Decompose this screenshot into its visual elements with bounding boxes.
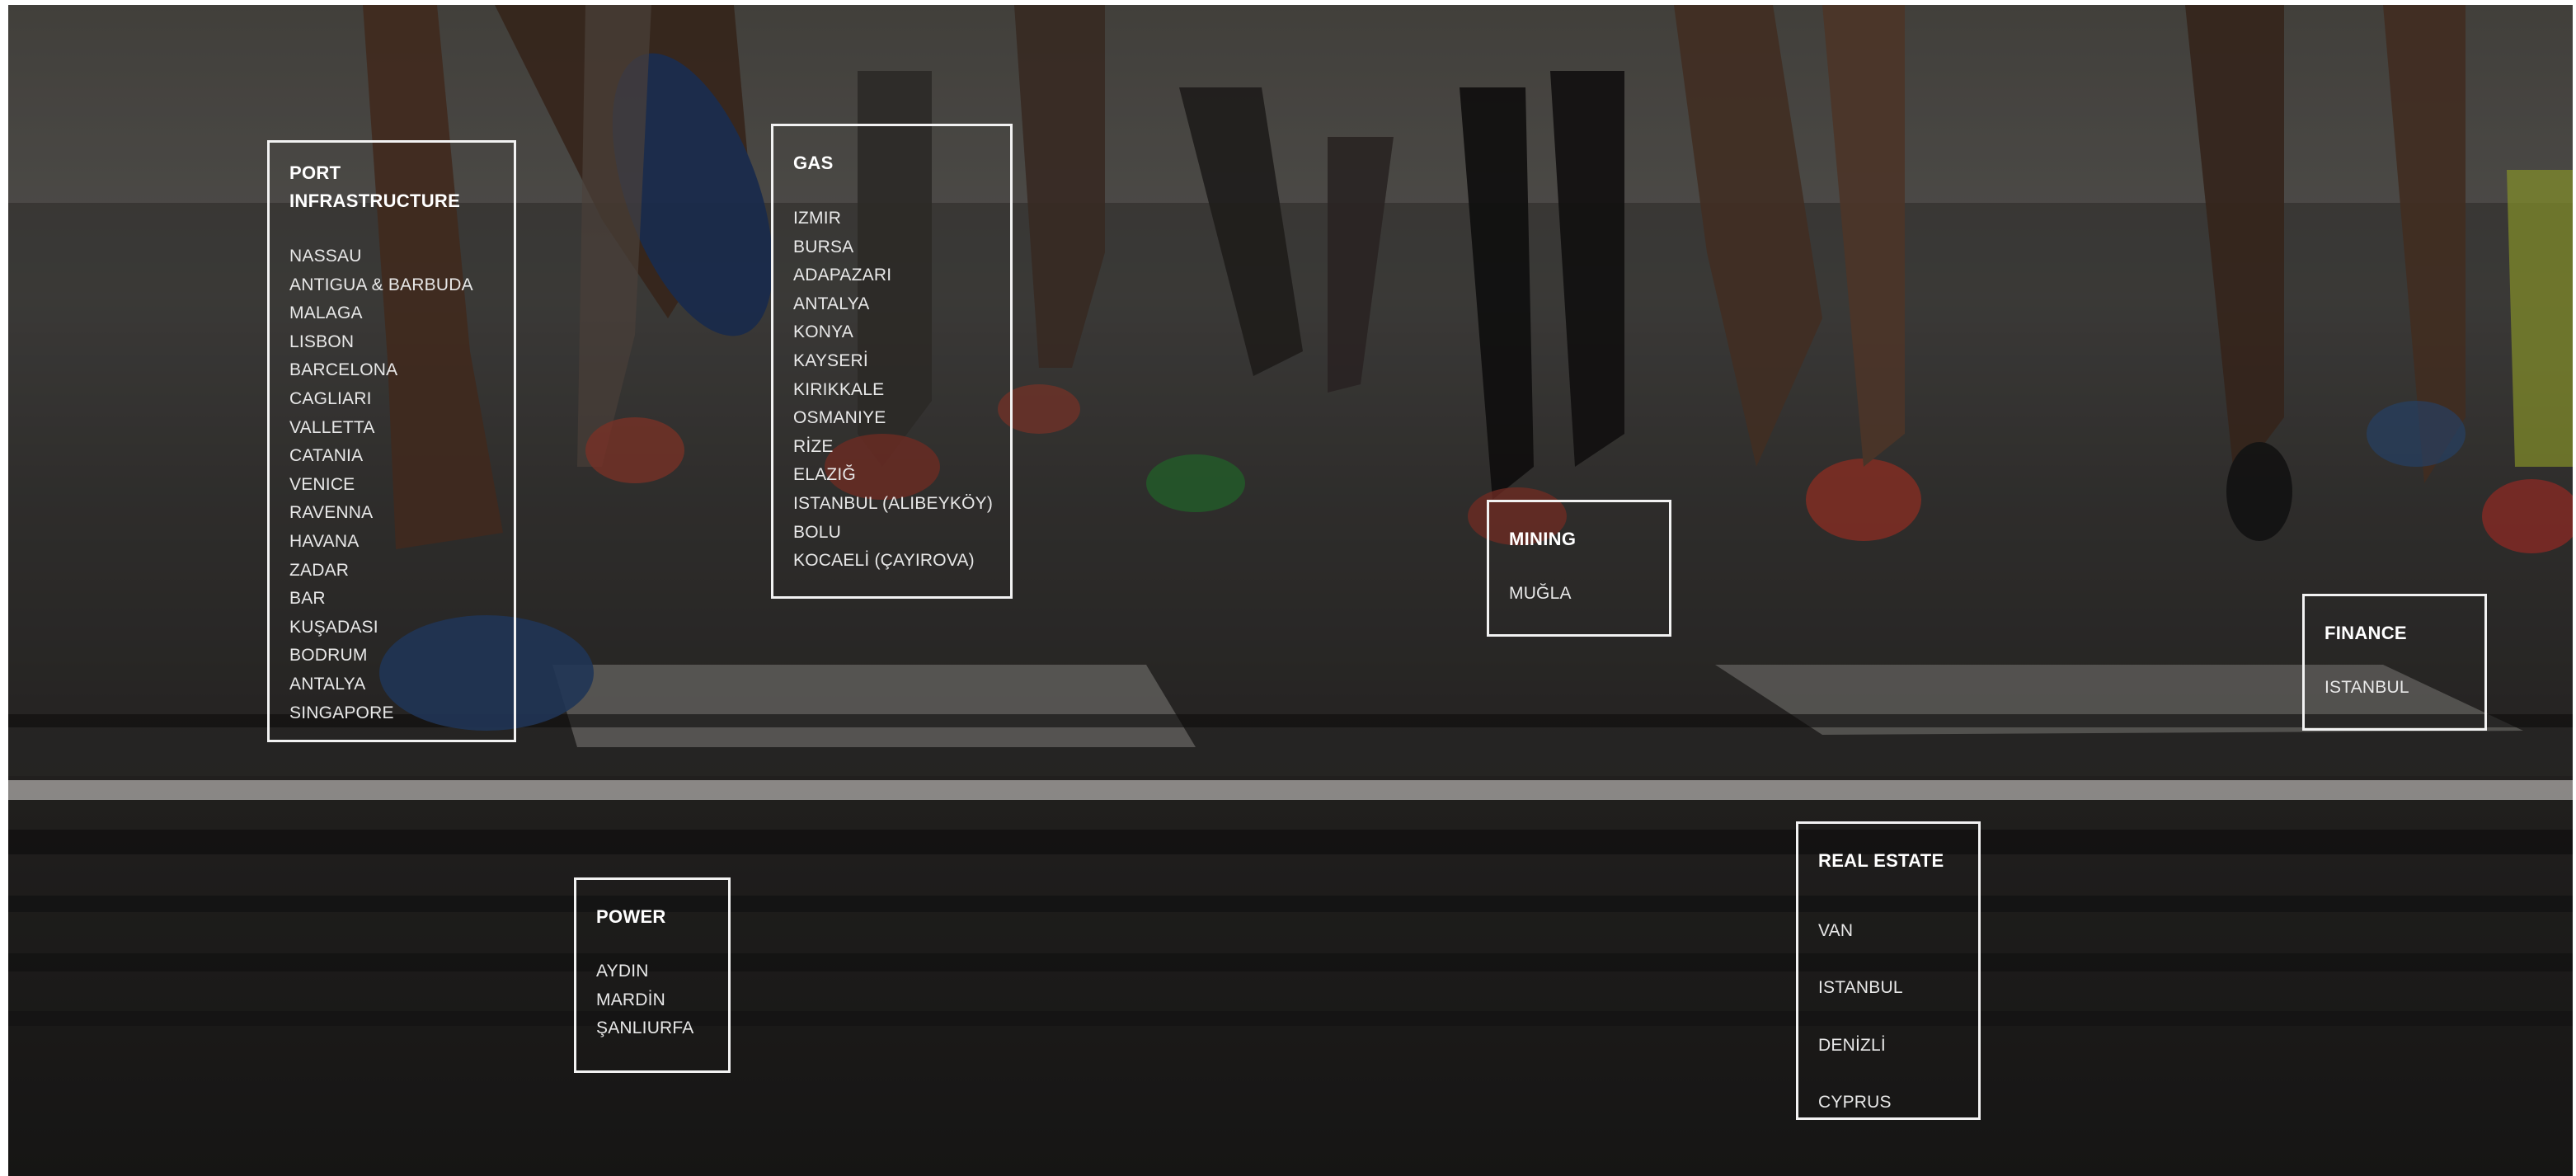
location-item: NASSAU bbox=[289, 247, 362, 266]
location-item: CYPRUS bbox=[1818, 1092, 1892, 1112]
location-item: DENİZLİ bbox=[1818, 1035, 1886, 1055]
location-item: ISTANBUL bbox=[2325, 678, 2409, 697]
location-item: ŞANLIURFA bbox=[596, 1018, 694, 1038]
category-title: PORT INFRASTRUCTURE bbox=[289, 162, 461, 211]
category-title: MINING bbox=[1509, 529, 1577, 549]
category-title: REAL ESTATE bbox=[1818, 850, 1944, 871]
location-item: MALAGA bbox=[289, 303, 363, 323]
category-card-gas: GAS IZMIR BURSA ADAPAZARI ANTALYA KONYA … bbox=[771, 124, 1013, 599]
location-list: IZMIR BURSA ADAPAZARI ANTALYA KONYA KAYS… bbox=[793, 205, 994, 576]
category-title: FINANCE bbox=[2325, 623, 2407, 643]
location-item: ISTANBUL bbox=[1818, 978, 1903, 998]
category-card-port-infrastructure: PORT INFRASTRUCTURE NASSAU ANTIGUA & BAR… bbox=[267, 140, 516, 742]
location-item: BURSA bbox=[793, 237, 854, 256]
hero-background: PORT INFRASTRUCTURE NASSAU ANTIGUA & BAR… bbox=[8, 5, 2573, 1176]
location-item: ADAPAZARI bbox=[793, 266, 892, 285]
location-item: KOCAELİ (ÇAYIROVA) bbox=[793, 551, 975, 571]
location-item: BODRUM bbox=[289, 646, 368, 666]
location-item: AYDIN bbox=[596, 962, 649, 981]
category-card-real-estate: REAL ESTATE VAN ISTANBUL DENİZLİ CYPRUS bbox=[1796, 821, 1981, 1120]
location-item: CATANIA bbox=[289, 446, 364, 466]
location-list: NASSAU ANTIGUA & BARBUDA MALAGA LISBON B… bbox=[289, 242, 494, 727]
location-item: MARDİN bbox=[596, 990, 666, 1009]
location-item: ANTIGUA & BARBUDA bbox=[289, 275, 473, 294]
category-card-power: POWER AYDIN MARDİN ŞANLIURFA bbox=[574, 877, 731, 1073]
location-item: LISBON bbox=[289, 332, 355, 351]
category-title: GAS bbox=[793, 153, 834, 173]
location-item: KAYSERİ bbox=[793, 350, 868, 370]
location-item: VAN bbox=[1818, 921, 1854, 940]
location-item: OSMANIYE bbox=[793, 408, 886, 428]
location-list: ISTANBUL bbox=[2325, 674, 2465, 703]
location-item: IZMIR bbox=[793, 209, 842, 228]
category-card-finance: FINANCE ISTANBUL bbox=[2302, 594, 2487, 731]
location-list: AYDIN MARDİN ŞANLIURFA bbox=[596, 957, 708, 1043]
location-item: ANTALYA bbox=[289, 674, 366, 694]
location-item: CAGLIARI bbox=[289, 388, 372, 408]
location-item: ANTALYA bbox=[793, 294, 870, 313]
location-item: BAR bbox=[289, 589, 326, 609]
location-item: HAVANA bbox=[289, 531, 360, 551]
location-list: VAN ISTANBUL DENİZLİ CYPRUS bbox=[1818, 902, 1958, 1131]
category-card-mining: MINING MUĞLA bbox=[1487, 500, 1671, 637]
location-item: ELAZIĞ bbox=[793, 465, 856, 485]
location-item: KUŞADASI bbox=[289, 617, 378, 637]
location-item: VALLETTA bbox=[289, 417, 375, 437]
location-item: KONYA bbox=[793, 322, 853, 342]
location-item: MUĞLA bbox=[1509, 584, 1572, 603]
location-item: ISTANBUL (ALIBEYKÖY) bbox=[793, 493, 994, 513]
category-title: POWER bbox=[596, 906, 666, 927]
location-item: RAVENNA bbox=[289, 503, 374, 523]
location-item: ZADAR bbox=[289, 560, 350, 580]
location-item: BOLU bbox=[793, 522, 841, 542]
location-list: MUĞLA bbox=[1509, 580, 1649, 609]
location-item: SINGAPORE bbox=[289, 703, 394, 722]
location-item: BARCELONA bbox=[289, 360, 398, 380]
location-item: VENICE bbox=[289, 474, 355, 494]
location-item: KIRIKKALE bbox=[793, 379, 885, 399]
location-item: RİZE bbox=[793, 436, 834, 456]
